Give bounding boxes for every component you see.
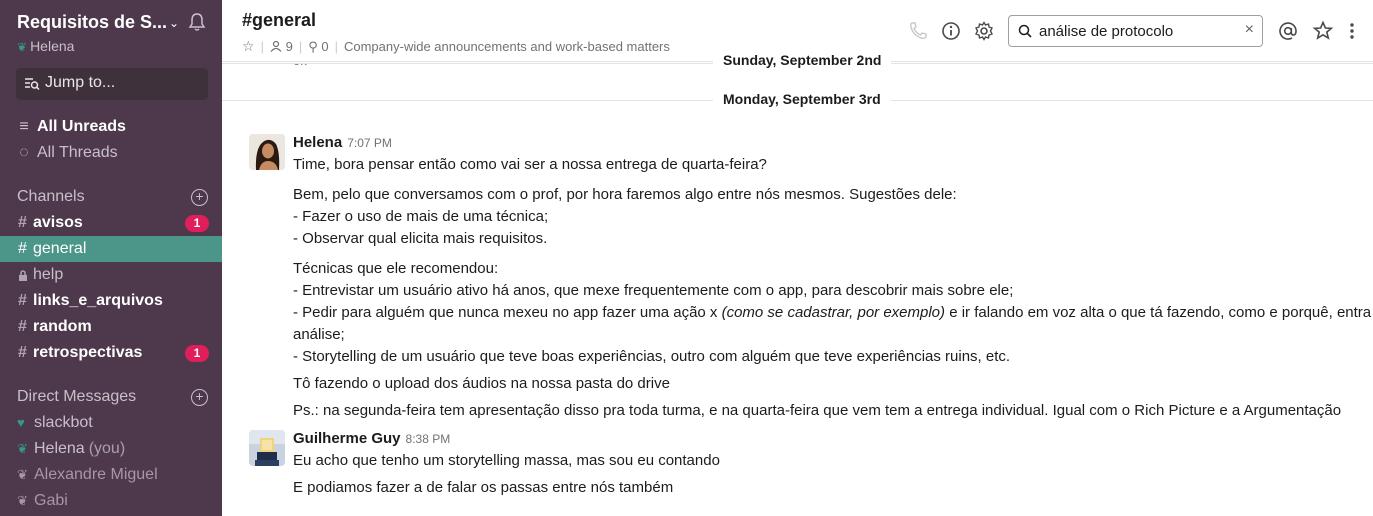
current-user[interactable]: ❦ Helena — [17, 38, 74, 54]
avatar[interactable] — [249, 134, 285, 170]
message-text-part: - Pedir para alguém que nunca mexeu no a… — [293, 304, 722, 321]
jump-to-label: Jump to... — [45, 74, 116, 91]
channel-item-help[interactable]: help — [0, 262, 222, 288]
team-header[interactable]: Requisitos de S... ⌄ ❦ Helena — [17, 12, 212, 56]
channels-section-title[interactable]: Channels — [17, 188, 85, 206]
presence-active-icon: ❦ — [17, 40, 28, 54]
chevron-down-icon[interactable]: ⌄ — [169, 16, 179, 30]
channel-item-random[interactable]: # random — [0, 314, 222, 340]
all-threads-label: All Threads — [37, 144, 118, 161]
channel-name: random — [33, 318, 92, 335]
hash-icon: # — [18, 292, 27, 309]
clear-search-icon[interactable]: × — [1245, 21, 1254, 39]
add-channel-icon[interactable]: + — [191, 189, 208, 206]
channel-name: general — [33, 240, 87, 257]
message-text: Tô fazendo o upload dos áudios na nossa … — [293, 375, 670, 392]
message-text: Bem, pelo que conversamos com o prof, po… — [293, 186, 957, 203]
message-text: - Pedir para alguém que nunca mexeu no a… — [293, 304, 1373, 321]
channel-name: retrospectivas — [33, 344, 143, 361]
message-text: E podiamos fazer a de falar os passas en… — [293, 479, 674, 496]
unread-badge: 1 — [185, 215, 209, 232]
star-icon[interactable] — [1312, 20, 1334, 42]
list-icon: ≡ — [19, 118, 29, 135]
day-divider: Monday, September 3rd — [222, 90, 1373, 110]
author-name[interactable]: Helena — [293, 134, 342, 151]
message-timestamp[interactable]: 8:38 PM — [406, 432, 451, 446]
channel-item-retrospectivas[interactable]: # retrospectivas 1 — [0, 340, 222, 366]
search-input[interactable]: análise de protocolo — [1039, 23, 1173, 40]
presence-away-icon: ❦ — [17, 467, 28, 482]
channel-item-links-e-arquivos[interactable]: # links_e_arquivos — [0, 288, 222, 314]
hash-icon: # — [18, 240, 27, 257]
lock-icon — [19, 270, 27, 281]
hash-icon: # — [18, 318, 27, 335]
message-text: - Storytelling de um usuário que teve bo… — [293, 348, 1011, 365]
sidebar: Requisitos de S... ⌄ ❦ Helena Jump to... … — [0, 0, 222, 516]
dm-name: Helena — [34, 440, 85, 457]
unread-badge: 1 — [185, 345, 209, 362]
day-divider-label: Monday, September 3rd — [713, 91, 891, 107]
jump-to-icon — [25, 78, 40, 91]
message-text: análise; — [293, 326, 345, 343]
add-dm-icon[interactable]: + — [191, 389, 208, 406]
day-divider: Sunday, September 2nd — [222, 51, 1373, 71]
search-field[interactable]: análise de protocolo × — [1008, 15, 1263, 47]
dm-item-alexandre-miguel[interactable]: ❦ Alexandre Miguel — [0, 462, 222, 488]
more-options-icon[interactable] — [1341, 20, 1363, 42]
threads-icon: ◌ — [19, 144, 29, 161]
message-author[interactable]: Guilherme Guy 8:38 PM — [293, 430, 450, 447]
dm-name: Alexandre Miguel — [34, 466, 158, 483]
dm-name: slackbot — [34, 414, 93, 431]
all-unreads-link[interactable]: ≡ All Unreads — [0, 114, 222, 140]
avatar-image — [249, 134, 285, 170]
message-text-italic: (como se cadastrar, por exemplo) — [721, 304, 946, 321]
team-name[interactable]: Requisitos de S... — [17, 12, 212, 33]
all-unreads-label: All Unreads — [37, 118, 126, 135]
message-text: Técnicas que ele recomendou: — [293, 260, 499, 277]
message-text: Time, bora pensar então como vai ser a n… — [293, 156, 767, 173]
message-text-part: e ir falando em voz alta o que tá fazend… — [945, 304, 1373, 321]
hash-icon: # — [18, 344, 27, 361]
all-threads-link[interactable]: ◌ All Threads — [0, 140, 222, 166]
channel-item-general[interactable]: # general — [0, 236, 222, 262]
current-user-name: Helena — [30, 38, 75, 54]
hash-icon: # — [18, 214, 27, 231]
mentions-icon[interactable] — [1277, 20, 1299, 42]
channel-name: avisos — [33, 214, 83, 231]
avatar[interactable] — [249, 430, 285, 466]
avatar-image — [249, 430, 285, 466]
you-label: (you) — [88, 440, 126, 457]
message-text: - Entrevistar um usuário ativo há anos, … — [293, 282, 1014, 299]
dm-name: Gabi — [34, 492, 68, 509]
channel-name: links_e_arquivos — [33, 292, 163, 309]
search-icon — [1018, 24, 1032, 38]
dm-item-helena[interactable]: ❦ Helena (you) — [0, 436, 222, 462]
gear-icon[interactable] — [973, 20, 995, 42]
message-timestamp[interactable]: 7:07 PM — [347, 136, 392, 150]
channel-item-avisos[interactable]: # avisos 1 — [0, 210, 222, 236]
author-name[interactable]: Guilherme Guy — [293, 430, 401, 447]
message-text: Ps.: na segunda-feira tem apresentação d… — [293, 402, 1342, 419]
message-text: - Observar qual elicita mais requisitos. — [293, 230, 548, 247]
dm-section-title[interactable]: Direct Messages — [17, 388, 136, 406]
channel-title[interactable]: #general — [242, 10, 316, 31]
dm-item-gabi[interactable]: ❦ Gabi — [0, 488, 222, 514]
day-divider-label: Sunday, September 2nd — [713, 52, 892, 68]
message-author[interactable]: Helena 7:07 PM — [293, 134, 392, 151]
presence-away-icon: ❦ — [17, 493, 28, 508]
dm-item-slackbot[interactable]: ♥ slackbot — [0, 410, 222, 436]
bell-icon[interactable] — [187, 12, 207, 32]
presence-active-icon: ❦ — [17, 441, 28, 456]
heart-icon: ♥ — [17, 415, 25, 430]
message-text: Eu acho que tenho um storytelling massa,… — [293, 452, 720, 469]
message-text: - Fazer o uso de mais de uma técnica; — [293, 208, 549, 225]
channel-name: help — [33, 266, 64, 283]
info-icon[interactable] — [940, 20, 962, 42]
phone-icon[interactable] — [907, 20, 929, 42]
jump-to-button[interactable]: Jump to... — [16, 68, 208, 100]
